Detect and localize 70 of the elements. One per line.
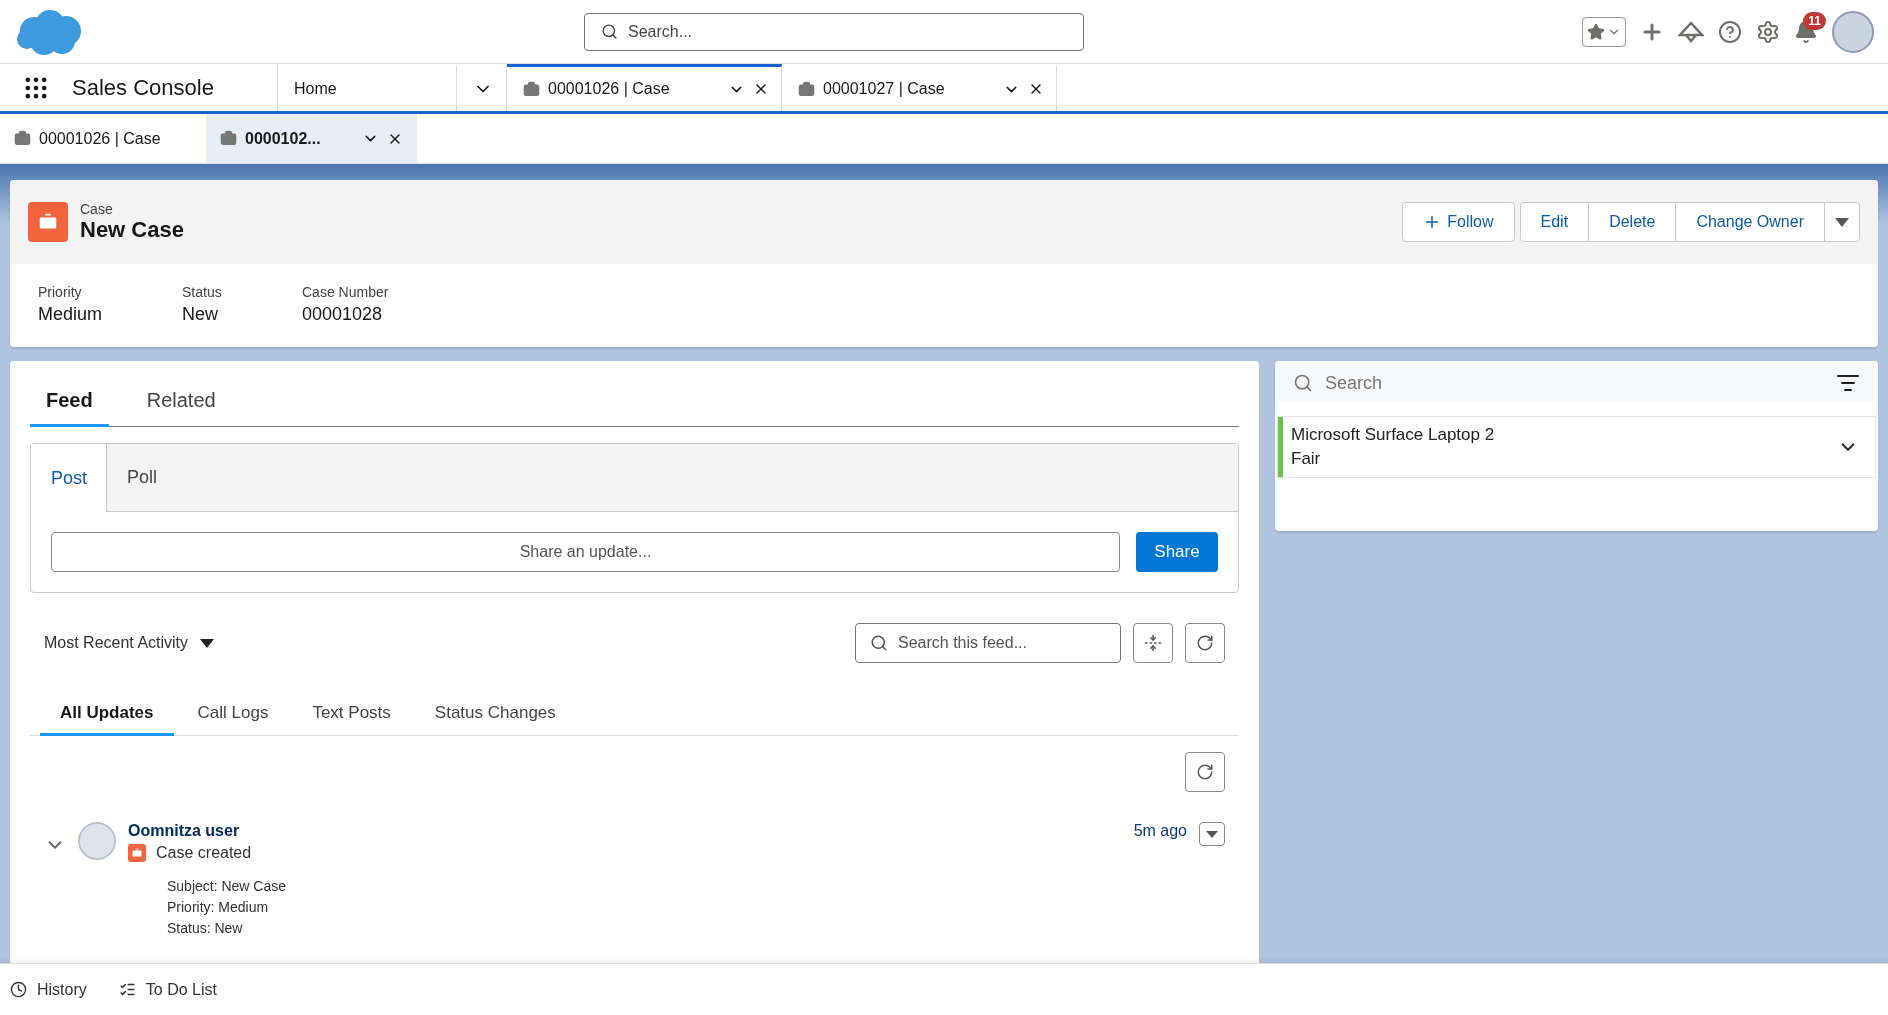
filter-tab[interactable]: Call Logs	[177, 693, 289, 736]
feed-tab[interactable]: Related	[130, 377, 232, 427]
settings-icon[interactable]	[1756, 19, 1780, 44]
share-button[interactable]: Share	[1136, 532, 1218, 572]
star-icon	[1587, 22, 1605, 41]
update-field[interactable]: Share an update...	[51, 532, 1120, 572]
briefcase-icon	[14, 130, 31, 147]
field-label: Priority	[38, 284, 83, 300]
detail-text: Subject: New Case	[167, 878, 288, 894]
field-label: Status	[182, 284, 223, 300]
caret-icon	[1835, 217, 1849, 227]
author-link[interactable]: Oomnitza user	[128, 822, 1122, 840]
more-actions-button[interactable]	[1824, 202, 1860, 242]
workspace-tab[interactable]: 00001026 | Case	[507, 64, 782, 111]
refresh-icon	[1196, 634, 1214, 652]
asset-search-field[interactable]: Search	[1277, 363, 1876, 403]
search-field[interactable]: Search...	[584, 12, 1084, 51]
trail-icon[interactable]	[1678, 20, 1704, 43]
utility-item[interactable]: History	[10, 980, 87, 999]
filter-tab[interactable]: All Updates	[40, 693, 174, 736]
field-value: New	[182, 304, 219, 325]
briefcase-icon	[798, 80, 815, 98]
action-button[interactable]: Edit	[1519, 202, 1590, 242]
clock-icon	[10, 981, 27, 998]
case-icon	[128, 844, 146, 862]
refresh-button[interactable]	[1185, 752, 1225, 792]
publisher-tab[interactable]: Poll	[107, 444, 177, 511]
asset-condition: Fair	[1291, 449, 1322, 469]
collapse-icon	[1144, 634, 1162, 652]
asset-item[interactable]: Microsoft Surface Laptop 2 Fair	[1277, 416, 1876, 478]
action-button[interactable]: Change Owner	[1675, 202, 1825, 242]
item-menu-button[interactable]	[1199, 822, 1225, 846]
publisher-tab[interactable]: Post	[31, 444, 107, 512]
search-placeholder: Search...	[628, 22, 693, 41]
detail-text: Status: New	[167, 920, 244, 936]
utility-item[interactable]: To Do List	[118, 980, 217, 999]
record-title: New Case	[80, 217, 184, 243]
briefcase-icon	[523, 80, 540, 98]
detail-text: Priority: Medium	[167, 899, 270, 915]
action-button[interactable]: Delete	[1588, 202, 1677, 242]
feed-search-field[interactable]: Search this feed...	[855, 623, 1121, 663]
field-value: Medium	[38, 304, 104, 325]
subtab[interactable]: 0000102...	[206, 114, 417, 163]
timestamp[interactable]: 5m ago	[1133, 822, 1187, 840]
refresh-button[interactable]	[1185, 623, 1225, 663]
search-icon	[870, 634, 888, 652]
favorites-button[interactable]	[1582, 16, 1626, 47]
collapse-button[interactable]	[1133, 623, 1173, 663]
field-value: 00001028	[302, 304, 384, 325]
object-label: Case	[80, 201, 114, 217]
notification-badge: 11	[1803, 11, 1826, 30]
asset-name: Microsoft Surface Laptop 2	[1291, 425, 1496, 445]
filter-tab[interactable]: Text Posts	[292, 693, 411, 736]
caret-icon	[1206, 830, 1218, 838]
case-icon	[28, 202, 68, 242]
search-icon	[601, 23, 618, 40]
caret-icon	[200, 638, 215, 648]
feed-tab[interactable]: Feed	[30, 377, 109, 427]
help-icon[interactable]	[1718, 19, 1742, 44]
search-icon	[1293, 373, 1313, 393]
follow-button[interactable]: Follow	[1402, 202, 1515, 242]
app-name: Sales Console	[72, 74, 214, 101]
filter-tab[interactable]: Status Changes	[414, 693, 576, 736]
checklist-icon	[118, 981, 136, 998]
feed-action: Case created	[156, 844, 252, 862]
field-label: Case Number	[302, 284, 390, 300]
user-avatar[interactable]	[1832, 10, 1874, 53]
briefcase-icon	[220, 130, 237, 147]
sort-dropdown[interactable]: Most Recent Activity	[44, 634, 215, 652]
refresh-icon	[1196, 763, 1214, 781]
